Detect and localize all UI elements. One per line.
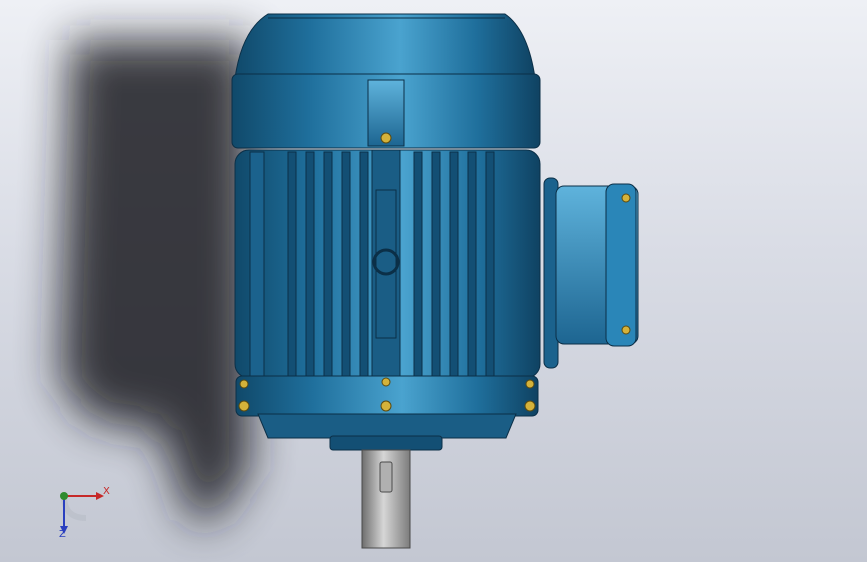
fan-cover — [234, 13, 536, 79]
top-bolt — [380, 132, 392, 144]
z-axis-label: Z — [59, 529, 66, 540]
drive-end-housing — [257, 413, 517, 439]
model-shadow — [60, 40, 250, 520]
motor-model[interactable] — [0, 0, 867, 562]
graphics-viewport[interactable]: X Z — [0, 0, 867, 562]
y-axis-dot — [60, 492, 68, 500]
x-axis-label: X — [103, 486, 110, 497]
shaft-keyway — [379, 461, 393, 493]
